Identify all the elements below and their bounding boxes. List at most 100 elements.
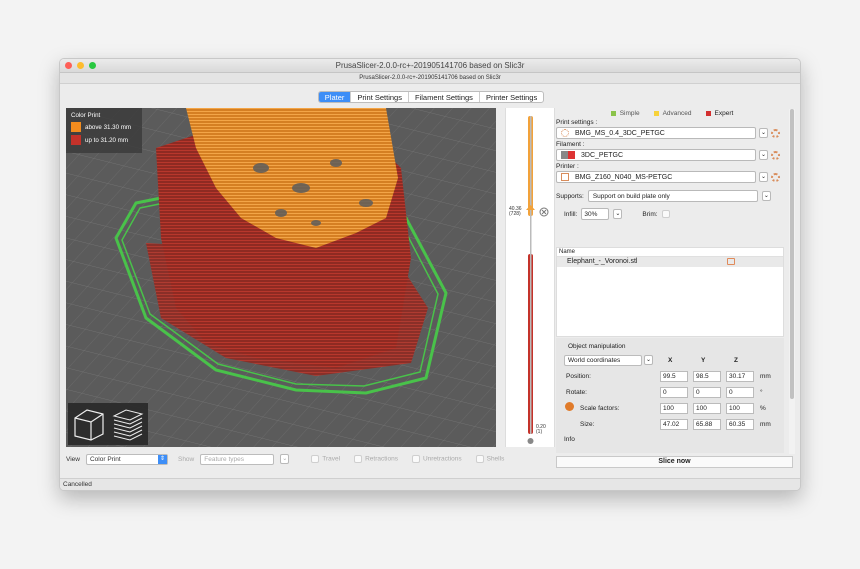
scale-z-field[interactable]: 100: [726, 402, 754, 414]
legend-item: up to 31.20 mm: [71, 135, 137, 145]
cube-view-icon[interactable]: [71, 406, 106, 442]
size-x-field[interactable]: 47.02: [660, 418, 688, 430]
object-manipulation-title: Object manipulation: [568, 343, 626, 350]
position-z-field[interactable]: 30.17: [726, 370, 754, 382]
filament-combo[interactable]: 3DC_PETGC: [556, 149, 756, 161]
printer-row: BMG_Z160_N040_MS-PETGC ⌄: [556, 171, 788, 183]
coordinate-system-value: World coordinates: [568, 356, 621, 364]
tab-group: Plater Print Settings Filament Settings …: [317, 91, 545, 103]
edit-settings-icon[interactable]: [727, 258, 735, 265]
mode-expert-indicator: [705, 111, 711, 116]
coordinate-system-select[interactable]: World coordinates: [564, 354, 642, 366]
position-y-field[interactable]: 98.5: [693, 370, 721, 382]
scrollbar-thumb[interactable]: [790, 109, 794, 399]
infill-row: Infill: 30% ⌄ Brim:: [556, 208, 788, 220]
size-y-field[interactable]: 65.88: [693, 418, 721, 430]
layer-slider[interactable]: [506, 108, 556, 447]
rotate-z-field[interactable]: 0: [726, 386, 754, 398]
supports-value: Support on build plate only: [592, 192, 670, 200]
chevron-down-icon[interactable]: ⌄: [759, 172, 768, 182]
legend-label-below: up to 31.20 mm: [85, 136, 128, 144]
mode-expert[interactable]: Expert: [705, 110, 734, 117]
infill-combo[interactable]: 30%: [581, 208, 610, 220]
layers-view-icon[interactable]: [110, 406, 145, 442]
travel-label: Travel: [322, 455, 341, 463]
3d-preview-viewport[interactable]: Color Print above 31.30 mm up to 31.20 m…: [66, 108, 496, 447]
view-select[interactable]: Color Print ⇕: [85, 453, 168, 465]
list-item[interactable]: Elephant_-_Voronoi.stl: [557, 257, 783, 267]
tab-plater[interactable]: Plater: [318, 92, 352, 102]
filament-label: Filament :: [556, 141, 585, 148]
feature-types-select[interactable]: Feature types: [200, 453, 275, 465]
unretractions-checkbox[interactable]: Unretractions: [411, 455, 462, 463]
mode-advanced[interactable]: Advanced: [653, 110, 692, 117]
chevron-down-icon[interactable]: ⌄: [644, 355, 653, 365]
chevron-down-icon[interactable]: ⌄: [759, 128, 768, 138]
axis-y-label: Y: [701, 356, 706, 364]
supports-combo[interactable]: Support on build plate only: [587, 190, 758, 202]
print-settings-combo[interactable]: BMG_MS_0.4_3DC_PETGC: [556, 127, 756, 139]
brim-checkbox[interactable]: [661, 210, 670, 218]
axis-x-label: X: [668, 356, 673, 364]
mode-simple-indicator: [610, 111, 616, 116]
rotate-unit: °: [760, 388, 763, 396]
chevron-down-icon[interactable]: ⌄: [280, 454, 290, 464]
gear-icon[interactable]: [771, 128, 780, 138]
slider-top-label: 40.36 (728): [509, 206, 522, 217]
shells-checkbox[interactable]: Shells: [475, 455, 505, 463]
shells-label: Shells: [486, 455, 505, 463]
position-x-field[interactable]: 99.5: [660, 370, 688, 382]
chevron-down-icon[interactable]: ⌄: [759, 150, 768, 160]
window-controls: [65, 62, 96, 69]
object-list-header: Name: [557, 248, 783, 257]
rotate-y-field[interactable]: 0: [693, 386, 721, 398]
lock-icon[interactable]: [565, 402, 574, 411]
sidebar-scrollbar[interactable]: [789, 109, 795, 454]
mode-selector: Simple Advanced Expert: [556, 110, 788, 117]
axis-z-label: Z: [734, 356, 738, 364]
chevron-down-icon[interactable]: ⌄: [761, 191, 771, 201]
retractions-label: Retractions: [365, 455, 398, 463]
object-manipulation-panel: Object manipulation World coordinates ⌄ …: [556, 338, 784, 453]
tab-filament-settings[interactable]: Filament Settings: [409, 92, 480, 102]
rotate-x-field[interactable]: 0: [660, 386, 688, 398]
info-label: Info: [564, 436, 575, 443]
scale-unit: %: [760, 404, 766, 412]
scale-x-field[interactable]: 100: [660, 402, 688, 414]
scale-y-field[interactable]: 100: [693, 402, 721, 414]
infill-value: 30%: [584, 210, 598, 218]
view-select-value: Color Print: [89, 455, 121, 463]
travel-checkbox[interactable]: Travel: [311, 455, 340, 463]
object-name: Elephant_-_Voronoi.stl: [567, 258, 638, 265]
object-list: Name Elephant_-_Voronoi.stl: [556, 247, 784, 337]
zoom-window-button[interactable]: [89, 62, 96, 69]
close-window-button[interactable]: [65, 62, 72, 69]
minimize-window-button[interactable]: [77, 62, 84, 69]
legend-swatch-below: [71, 135, 81, 145]
tab-print-settings[interactable]: Print Settings: [351, 92, 409, 102]
legend-title: Color Print: [71, 112, 101, 119]
gear-icon[interactable]: [771, 172, 780, 182]
size-row: Size: 47.02 65.88 60.35 mm: [556, 416, 784, 432]
infill-label: Infill:: [564, 210, 578, 218]
size-label: Size:: [580, 420, 595, 428]
chevron-down-icon[interactable]: ⌄: [613, 209, 623, 219]
printer-combo[interactable]: BMG_Z160_N040_MS-PETGC: [556, 171, 756, 183]
preview-toolbar: View Color Print ⇕ Show Feature types ⌄ …: [66, 452, 550, 466]
window-title: PrusaSlicer-2.0.0-rc+-201905141706 based…: [335, 61, 525, 70]
tab-bar: Plater Print Settings Filament Settings …: [60, 91, 800, 103]
mode-advanced-indicator: [653, 111, 659, 116]
color-print-legend: Color Print above 31.30 mm up to 31.20 m…: [66, 108, 142, 153]
mode-expert-label: Expert: [714, 110, 734, 117]
position-unit: mm: [760, 372, 771, 380]
scale-label: Scale factors:: [580, 404, 620, 412]
tab-printer-settings[interactable]: Printer Settings: [480, 92, 543, 102]
gear-icon[interactable]: [771, 150, 780, 160]
mode-simple[interactable]: Simple: [610, 110, 640, 117]
retractions-checkbox[interactable]: Retractions: [354, 455, 398, 463]
view-label: View: [66, 455, 80, 463]
supports-label: Supports:: [556, 192, 584, 200]
slice-now-button[interactable]: Slice now: [556, 456, 793, 468]
size-z-field[interactable]: 60.35: [726, 418, 754, 430]
layer-slider-panel: 40.36 (728) 0.20 (1): [505, 108, 555, 447]
